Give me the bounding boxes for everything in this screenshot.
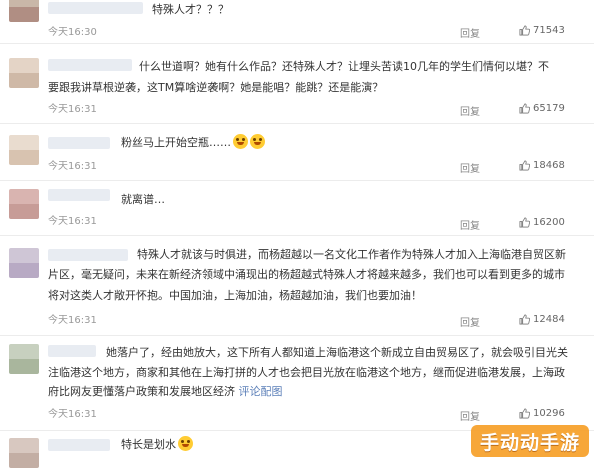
timestamp: 今天16:31 [48,216,97,227]
like-count: 16200 [533,217,565,228]
comment-text-line: 将对这类人才敞开怀抱。中国加油，上海加油，杨超越加油，我们也要加油！ [48,289,422,302]
comment-text: 粉丝马上开始空瓶…… [121,132,265,153]
like-button[interactable]: 16200 [519,217,565,228]
comment-item: 粉丝马上开始空瓶…… 今天16:31 回复 18468 [0,123,594,181]
comment-item: 特殊人才就该与时俱进，而杨超越以一名文化工作者作为特殊人才加入上海临港自贸区新 … [0,235,594,336]
comment-item: 特殊人才？？？ 今天16:30 回复 71543 [0,0,594,44]
thumbs-up-icon [519,217,530,228]
grin-emoji [178,436,193,451]
timestamp: 今天16:30 [48,27,97,38]
timestamp: 今天16:31 [48,161,97,172]
comment-text: 什么世道啊？她有什么作品？还特殊人才？让埋头苦读10几年的学生们情何以堪？不 [139,60,549,73]
like-button[interactable]: 65179 [519,103,565,114]
username[interactable] [48,189,110,201]
thumbs-up-icon [519,160,530,171]
smile-emoji [250,134,265,149]
reply-button[interactable]: 回复 [460,25,480,40]
avatar[interactable] [9,135,39,165]
comment-text-line: 注临港这个地方，商家和其他在上海打拼的人才也会把目光放在临港这个地方，继而促进临… [48,366,565,379]
comment-text-line: 府比网友更懂落户政策和发展地区经济 评论配图 [48,385,283,398]
reply-button[interactable]: 回复 [460,408,480,423]
comment-text-line: 要跟我讲草根逆袭，这TM算啥逆袭啊？她是能唱？能跳？还是能演？ [48,81,384,94]
comment-item: 就离谱… 今天16:31 回复 16200 [0,180,594,236]
site-watermark: 手动动手游 [471,425,589,457]
like-count: 10296 [533,408,565,419]
reply-button[interactable]: 回复 [460,314,480,329]
avatar[interactable] [9,0,39,22]
timestamp: 今天16:31 [48,409,97,420]
reply-button[interactable]: 回复 [460,217,480,232]
comment-item: 她落户了，经由她放大，这下所有人都知道上海临港这个新成立自由贸易区了，就会吸引目… [0,335,594,431]
like-count: 18468 [533,160,565,171]
comment-text: 就离谱… [121,193,165,206]
like-button[interactable]: 71543 [519,25,565,36]
username[interactable] [48,2,143,14]
timestamp: 今天16:31 [48,315,97,326]
like-count: 12484 [533,314,565,325]
avatar[interactable] [9,344,39,374]
comment-text: 特殊人才？？？ [152,3,229,16]
like-button[interactable]: 18468 [519,160,565,171]
timestamp: 今天16:31 [48,104,97,115]
avatar[interactable] [9,248,39,278]
username[interactable] [48,439,110,451]
comment-text: 特长是划水 [121,434,193,455]
username[interactable] [48,345,96,357]
username[interactable] [48,137,110,149]
comment-item: 什么世道啊？她有什么作品？还特殊人才？让埋头苦读10几年的学生们情何以堪？不 要… [0,43,594,124]
sweat-smile-emoji [233,134,248,149]
comment-text: 她落户了，经由她放大，这下所有人都知道上海临港这个新成立自由贸易区了，就会吸引目… [106,346,568,359]
thumbs-up-icon [519,103,530,114]
avatar[interactable] [9,438,39,468]
avatar[interactable] [9,189,39,219]
comment-image-link[interactable]: 评论配图 [239,385,283,398]
username[interactable] [48,59,132,71]
comment-text: 特殊人才就该与时俱进，而杨超越以一名文化工作者作为特殊人才加入上海临港自贸区新 [137,248,566,261]
username[interactable] [48,249,128,261]
reply-button[interactable]: 回复 [460,103,480,118]
like-button[interactable]: 12484 [519,314,565,325]
like-count: 71543 [533,25,565,36]
like-button[interactable]: 10296 [519,408,565,419]
reply-button[interactable]: 回复 [460,160,480,175]
like-count: 65179 [533,103,565,114]
avatar[interactable] [9,58,39,88]
thumbs-up-icon [519,314,530,325]
thumbs-up-icon [519,25,530,36]
thumbs-up-icon [519,408,530,419]
comment-text-line: 片区，毫无疑问，未来在新经济领域中涌现出的杨超越式特殊人才将越来越多，我们也可以… [48,268,565,281]
